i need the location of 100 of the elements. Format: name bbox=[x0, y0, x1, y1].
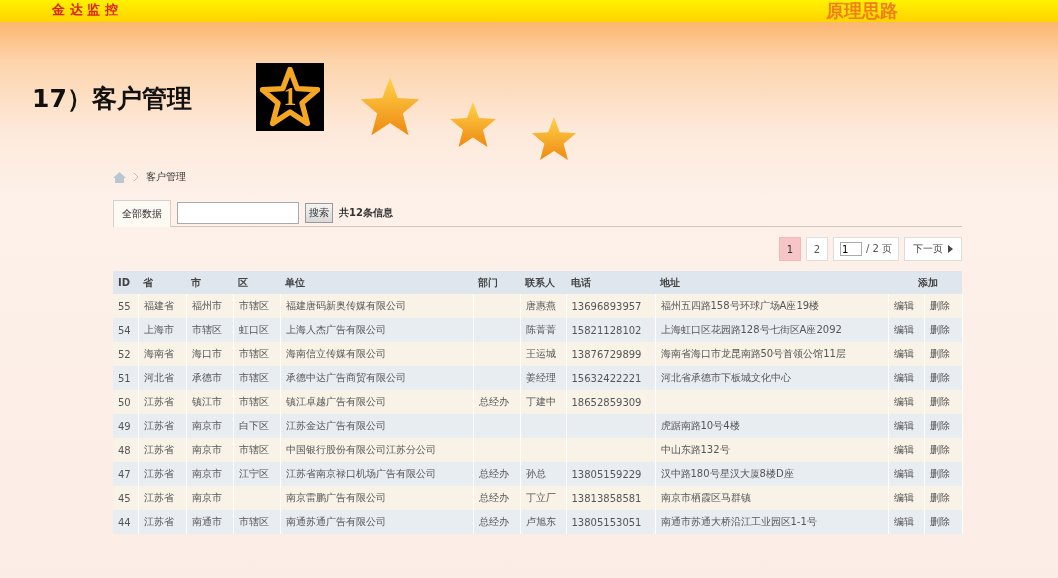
table-cell: 海口市 bbox=[191, 348, 222, 359]
caret-icon bbox=[948, 245, 953, 253]
table-cell: 市辖区 bbox=[238, 300, 269, 311]
table-cell: 丁立厂 bbox=[525, 492, 556, 503]
table-cell: 江苏省 bbox=[143, 396, 174, 407]
table-cell: 45 bbox=[118, 492, 131, 504]
table-cell: 13696893957 bbox=[571, 300, 642, 312]
table-cell: 48 bbox=[118, 444, 131, 456]
table-cell: 福建唐码新奥传媒有限公司 bbox=[285, 300, 406, 311]
table-cell: 总经办 bbox=[478, 468, 509, 479]
table-cell: 唐惠燕 bbox=[525, 300, 556, 311]
table-cell: 镇江市 bbox=[191, 396, 222, 407]
table-cell: 福州市 bbox=[191, 300, 222, 311]
table-cell: 江苏省 bbox=[143, 444, 174, 455]
table-cell: 13813858581 bbox=[571, 492, 642, 504]
table-cell: 南京市 bbox=[191, 444, 222, 455]
search-button[interactable]: 搜索 bbox=[305, 203, 333, 223]
table-cell: 白下区 bbox=[238, 420, 269, 431]
table-cell: 54 bbox=[118, 324, 131, 336]
table-cell: 中国银行股份有限公司江苏分公司 bbox=[285, 444, 436, 455]
table-cell: 中山东路132号 bbox=[660, 444, 730, 455]
table-cell: 卢旭东 bbox=[525, 516, 556, 527]
home-icon[interactable] bbox=[113, 171, 126, 183]
breadcrumb-item[interactable]: 客户管理 bbox=[146, 170, 186, 184]
column-header: 市 bbox=[191, 276, 201, 288]
table-cell: 福建省 bbox=[143, 300, 174, 311]
table-cell: 海南省海口市龙昆南路50号首领公馆11层 bbox=[660, 348, 846, 359]
star-icon bbox=[530, 115, 578, 163]
table-cell: 总经办 bbox=[478, 492, 509, 503]
table-cell: 汉中路180号星汉大厦8楼D座 bbox=[660, 468, 794, 479]
table-cell: 51 bbox=[118, 372, 131, 384]
table-cell: 55 bbox=[118, 300, 131, 312]
section-heading: 原理思路 bbox=[826, 1, 898, 21]
table-cell: 丁建中 bbox=[525, 396, 556, 407]
brand-label: 金 达 监 控 bbox=[52, 1, 118, 19]
table-cell: 陈菁菁 bbox=[525, 324, 556, 335]
table-cell: 姜经理 bbox=[525, 372, 556, 383]
table-cell: 市辖区 bbox=[191, 324, 222, 335]
table-cell: 镇江卓越广告有限公司 bbox=[285, 396, 386, 407]
next-page-button[interactable]: 下一页 bbox=[904, 237, 962, 261]
column-header: 单位 bbox=[285, 276, 305, 288]
table-cell: 49 bbox=[118, 420, 131, 432]
table-cell: 47 bbox=[118, 468, 131, 480]
column-header: 地址 bbox=[660, 276, 680, 288]
table-cell: 河北省承德市下板城文化中心 bbox=[660, 372, 791, 383]
table-cell: 江苏省 bbox=[143, 468, 174, 479]
page-button[interactable]: 2 bbox=[805, 237, 828, 261]
table-cell: 52 bbox=[118, 348, 131, 360]
table-cell: 上海虹口区花园路128号七街区A座2092 bbox=[660, 324, 842, 335]
record-count: 共12条信息 bbox=[339, 206, 393, 220]
table-cell: 南京市 bbox=[191, 492, 222, 503]
column-header: 省 bbox=[143, 276, 153, 288]
page-button[interactable]: 1 bbox=[778, 237, 801, 261]
table-cell: 市辖区 bbox=[238, 516, 269, 527]
column-header: 电话 bbox=[571, 276, 591, 288]
table-cell: 南京市 bbox=[191, 468, 222, 479]
column-header: 部门 bbox=[478, 276, 498, 288]
tab[interactable]: 全部数据 bbox=[113, 200, 171, 227]
table-cell: 13805159229 bbox=[571, 468, 642, 480]
table-cell: 上海市 bbox=[143, 324, 174, 335]
table-cell: 15821128102 bbox=[571, 324, 642, 336]
table-cell: 南通苏通广告有限公司 bbox=[285, 516, 386, 527]
table-cell: 50 bbox=[118, 396, 131, 408]
page-total: / 2 页 bbox=[865, 242, 892, 256]
table-cell: 江宁区 bbox=[238, 468, 269, 479]
table-cell: 南京雷鹏广告有限公司 bbox=[285, 492, 386, 503]
table-cell: 市辖区 bbox=[238, 396, 269, 407]
table-cell: 13876729899 bbox=[571, 348, 642, 360]
table-cell: 承德市 bbox=[191, 372, 222, 383]
table-cell: 总经办 bbox=[478, 396, 509, 407]
table-cell: 海南省 bbox=[143, 348, 174, 359]
table-cell: 河北省 bbox=[143, 372, 174, 383]
table-cell: 承德中达广告商贸有限公司 bbox=[285, 372, 406, 383]
column-header: 联系人 bbox=[525, 276, 555, 288]
table-cell: 海南信立传媒有限公司 bbox=[285, 348, 386, 359]
table-cell: 江苏省南京禄口机场广告有限公司 bbox=[285, 468, 436, 479]
table-cell: 总经办 bbox=[478, 516, 509, 527]
table-cell: 13805153051 bbox=[571, 516, 642, 528]
table-cell: 15632422221 bbox=[571, 372, 642, 384]
table-cell: 虎踞南路10号4楼 bbox=[660, 420, 740, 431]
table-cell: 江苏金达广告有限公司 bbox=[285, 420, 386, 431]
rank-badge: 1 bbox=[256, 63, 324, 131]
page-input[interactable]: 1 bbox=[839, 242, 862, 256]
column-header: 添加 bbox=[917, 276, 938, 288]
table-cell: 市辖区 bbox=[238, 348, 269, 359]
table-cell: 福州五四路158号环球广场A座19楼 bbox=[660, 300, 820, 311]
table-cell: 王运城 bbox=[525, 348, 556, 359]
table-cell: 18652859309 bbox=[571, 396, 642, 408]
column-header: 区 bbox=[238, 276, 248, 288]
column-header: ID bbox=[118, 277, 131, 288]
table-cell: 江苏省 bbox=[143, 516, 174, 527]
table-cell: 市辖区 bbox=[238, 372, 269, 383]
table-cell: 市辖区 bbox=[238, 444, 269, 455]
table-cell: 上海人杰广告有限公司 bbox=[285, 324, 386, 335]
table-cell: 南京市栖霞区马群镇 bbox=[660, 492, 751, 503]
table-cell: 孙总 bbox=[525, 468, 546, 479]
table-cell: 南通市苏通大桥沿江工业园区1-1号 bbox=[660, 516, 817, 527]
search-field[interactable] bbox=[177, 202, 299, 224]
table-cell: 江苏省 bbox=[143, 420, 174, 431]
table-cell: 44 bbox=[118, 516, 131, 528]
